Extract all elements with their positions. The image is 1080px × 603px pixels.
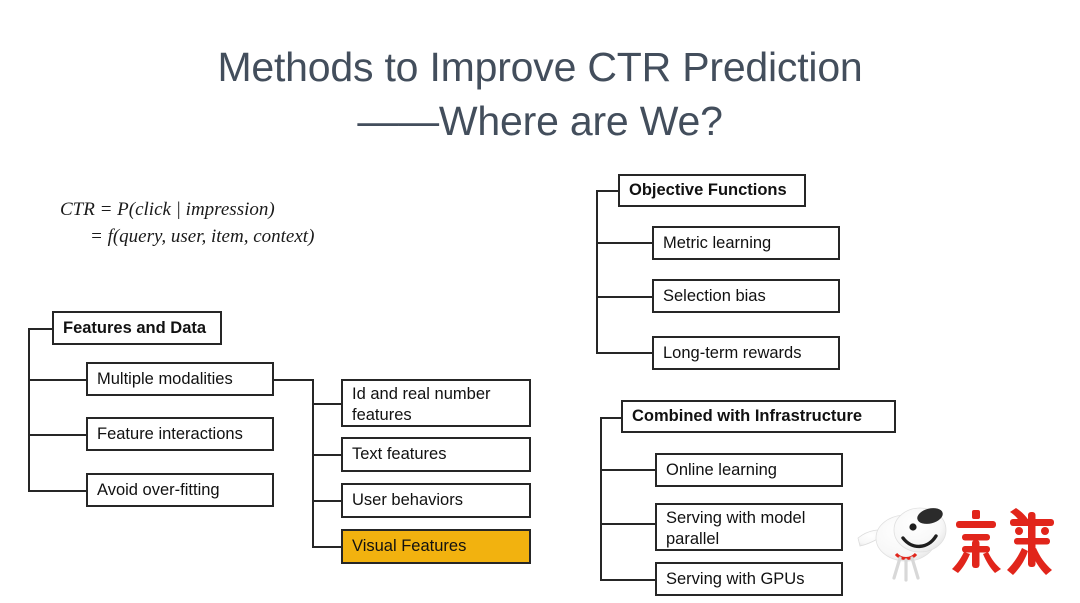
node-serving-with-gpus[interactable]: Serving with GPUs [655,562,843,596]
joy-dog-mascot [857,507,947,582]
node-label: Serving with GPUs [666,569,805,588]
features-subtree-connector-4 [312,546,342,548]
node-label: Serving with model parallel [666,509,806,548]
jd-logo [856,494,1074,592]
node-serving-with-model-parallel[interactable]: Serving with model parallel [655,503,843,551]
node-multiple-modalities[interactable]: Multiple modalities [86,362,274,396]
node-label: Avoid over-fitting [97,480,220,499]
features-child-connector-1 [28,379,86,381]
node-id-and-real-number-features[interactable]: Id and real number features [341,379,531,427]
objective-tree-spine [596,190,598,353]
node-label: Features and Data [63,318,207,337]
node-label: Combined with Infrastructure [632,407,863,425]
node-metric-learning[interactable]: Metric learning [652,226,840,260]
node-selection-bias[interactable]: Selection bias [652,279,840,313]
node-long-term-rewards[interactable]: Long-term rewards [652,336,840,370]
node-label: Id and real number features [352,385,491,424]
features-subtree-connector-2 [312,454,342,456]
node-feature-interactions[interactable]: Feature interactions [86,417,274,451]
infrastructure-child-connector-3 [600,579,656,581]
node-label: Selection bias [663,286,766,305]
jd-wordmark [952,508,1054,575]
ctr-formula: CTR = P(click | impression) = f(query, u… [60,196,314,250]
node-label: Feature interactions [97,424,243,443]
title-line-1: Methods to Improve CTR Prediction [217,44,863,90]
node-objective-functions[interactable]: Objective Functions [618,174,806,207]
formula-line-1: CTR = P(click | impression) [60,199,275,220]
node-user-behaviors[interactable]: User behaviors [341,483,531,518]
objective-child-connector-1 [596,242,654,244]
features-child-connector-2 [28,434,86,436]
features-subtree-stem [274,379,314,381]
node-label: Objective Functions [629,181,787,199]
node-text-features[interactable]: Text features [341,437,531,472]
features-subtree-connector-1 [312,403,342,405]
node-label: Text features [352,445,447,463]
objective-child-connector-3 [596,352,654,354]
slide-canvas: Methods to Improve CTR Prediction ——Wher… [0,0,1080,603]
node-online-learning[interactable]: Online learning [655,453,843,487]
formula-line-2: = f(query, user, item, context) [90,226,315,247]
node-combined-with-infrastructure[interactable]: Combined with Infrastructure [621,400,896,433]
title-line-2: ——Where are We? [357,98,723,144]
node-avoid-over-fitting[interactable]: Avoid over-fitting [86,473,274,507]
node-visual-features[interactable]: Visual Features [341,529,531,564]
features-root-connector [28,328,54,330]
features-tree-spine [28,328,30,491]
infrastructure-tree-spine [600,417,602,579]
node-label: Long-term rewards [663,343,802,362]
features-child-connector-3 [28,490,86,492]
node-label: Multiple modalities [97,369,233,388]
infrastructure-child-connector-2 [600,523,656,525]
node-features-and-data[interactable]: Features and Data [52,311,222,345]
features-subtree-connector-3 [312,500,342,502]
objective-child-connector-2 [596,296,654,298]
page-title: Methods to Improve CTR Prediction ——Wher… [0,40,1080,148]
infrastructure-child-connector-1 [600,469,656,471]
node-label: User behaviors [352,491,463,509]
node-label: Visual Features [352,537,467,555]
node-label: Metric learning [663,233,772,252]
node-label: Online learning [666,460,777,479]
